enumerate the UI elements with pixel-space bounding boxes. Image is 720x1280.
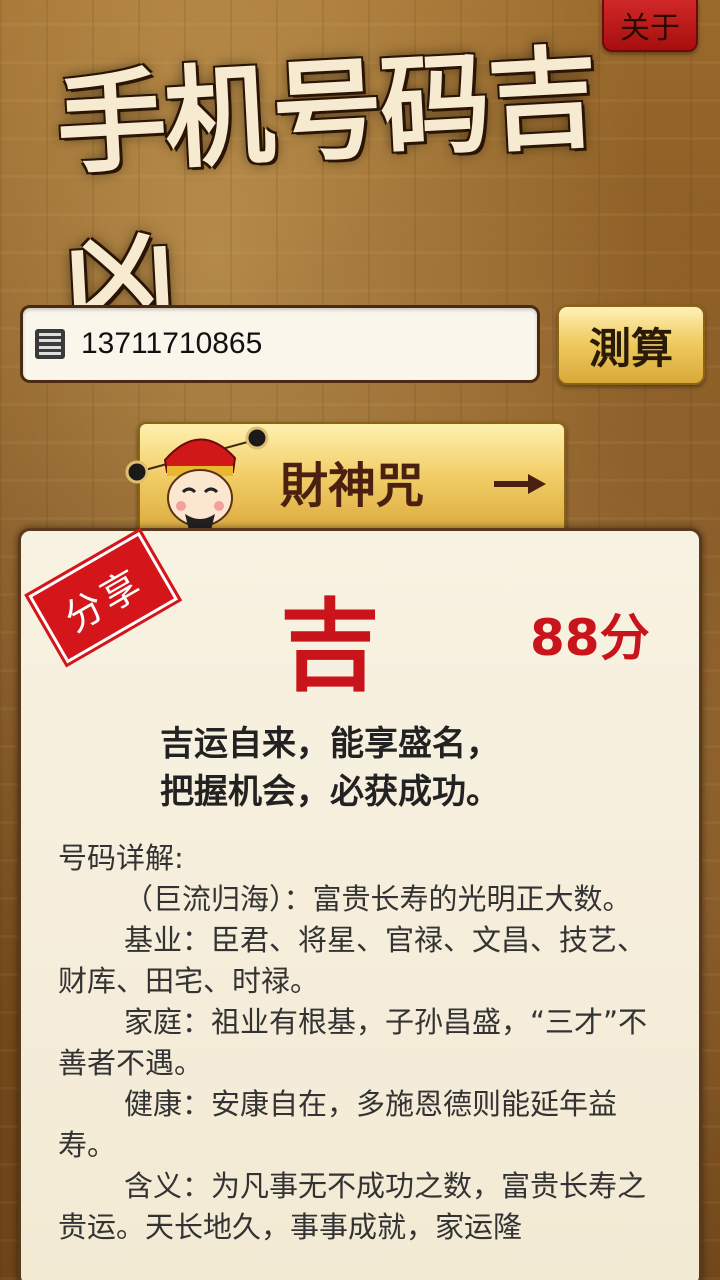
score-text: 88分 <box>530 609 650 667</box>
calculate-button[interactable]: 測算 <box>557 305 705 385</box>
summary-line-2: 把握机会，必获成功。 <box>160 772 500 812</box>
wealth-mantra-label: 財神咒 <box>280 458 425 514</box>
phone-input-value[interactable]: 13711710865 <box>81 327 262 361</box>
detail-paragraph: （巨流归海）：富贵长寿的光明正大数。 <box>124 882 632 916</box>
phone-input[interactable]: 13711710865 <box>20 305 540 383</box>
summary-text: 吉运自来，能享盛名， 把握机会，必获成功。 <box>160 720 500 816</box>
summary-line-1: 吉运自来，能享盛名， <box>160 724 500 764</box>
detail-title: 号码详解: <box>58 841 184 875</box>
arrow-right-icon <box>494 474 546 494</box>
number-detail: 号码详解: （巨流归海）：富贵长寿的光明正大数。 基业：臣君、将星、官禄、文昌、… <box>58 838 668 1248</box>
detail-paragraph: 健康：安康自在，多施恩德则能延年益寿。 <box>58 1087 618 1162</box>
contacts-icon[interactable] <box>35 329 65 359</box>
detail-paragraph: 家庭：祖业有根基，子孙昌盛，“三才”不善者不遇。 <box>58 1005 648 1080</box>
god-of-wealth-icon <box>125 426 269 542</box>
logo-title: 手机号码吉凶 <box>53 32 600 350</box>
detail-paragraph: 基业：臣君、将星、官禄、文昌、技艺、财库、田宅、时禄。 <box>58 923 647 998</box>
detail-paragraph: 含义：为凡事无不成功之数，富贵长寿之贵运。天长地久，事事成就，家运隆 <box>58 1169 647 1244</box>
app-logo: 手机号码吉凶 <box>53 33 660 350</box>
verdict-text: 吉 <box>280 587 380 705</box>
